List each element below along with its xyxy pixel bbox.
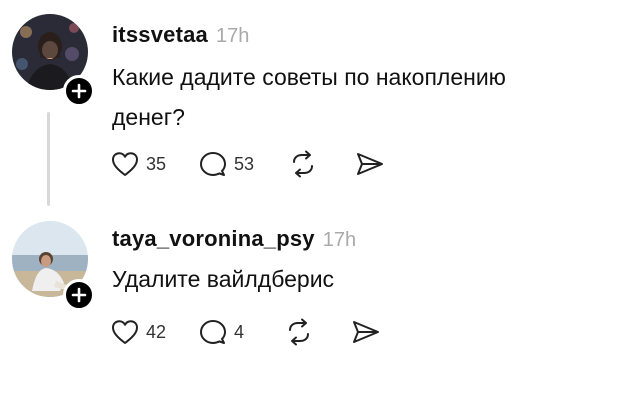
reply-button[interactable]: 53 (198, 150, 254, 178)
like-button[interactable]: 35 (110, 150, 166, 178)
post-text: Какие дадите советы по накоплению денег? (112, 60, 506, 135)
heart-icon (112, 152, 138, 176)
share-button[interactable] (350, 318, 382, 346)
reply-count: 4 (234, 321, 245, 342)
action-bar: 35 53 (110, 150, 386, 178)
comment-icon (200, 320, 227, 344)
username[interactable]: taya_voronina_psy (112, 226, 315, 252)
follow-button[interactable] (63, 279, 95, 311)
post-header: itssvetaa 17h (112, 22, 249, 48)
reply-count: 53 (234, 153, 255, 174)
follow-button[interactable] (63, 75, 95, 107)
post-text-line: Удалите вайлдберис (112, 266, 335, 292)
like-count: 35 (146, 153, 167, 174)
repost-button[interactable] (288, 150, 318, 178)
username[interactable]: itssvetaa (112, 22, 208, 48)
plus-icon (71, 287, 87, 303)
like-count: 42 (146, 321, 167, 342)
repost-button[interactable] (284, 318, 314, 346)
reply-button[interactable]: 4 (198, 318, 244, 346)
share-icon (357, 153, 384, 175)
repost-icon (293, 150, 314, 178)
like-button[interactable]: 42 (110, 318, 166, 346)
timestamp: 17h (215, 25, 250, 47)
thread-line (47, 112, 50, 206)
share-icon (353, 321, 380, 343)
share-button[interactable] (354, 150, 386, 178)
timestamp: 17h (322, 229, 357, 251)
action-bar: 42 4 (110, 318, 382, 346)
repost-icon (289, 318, 310, 346)
post-text: Удалите вайлдберис (112, 262, 334, 297)
comment-icon (200, 152, 227, 176)
post-header: taya_voronina_psy 17h (112, 226, 356, 252)
heart-icon (112, 320, 138, 344)
post-text-line: денег? (112, 104, 185, 130)
plus-icon (71, 83, 87, 99)
post-text-line: Какие дадите советы по накоплению (112, 64, 506, 90)
